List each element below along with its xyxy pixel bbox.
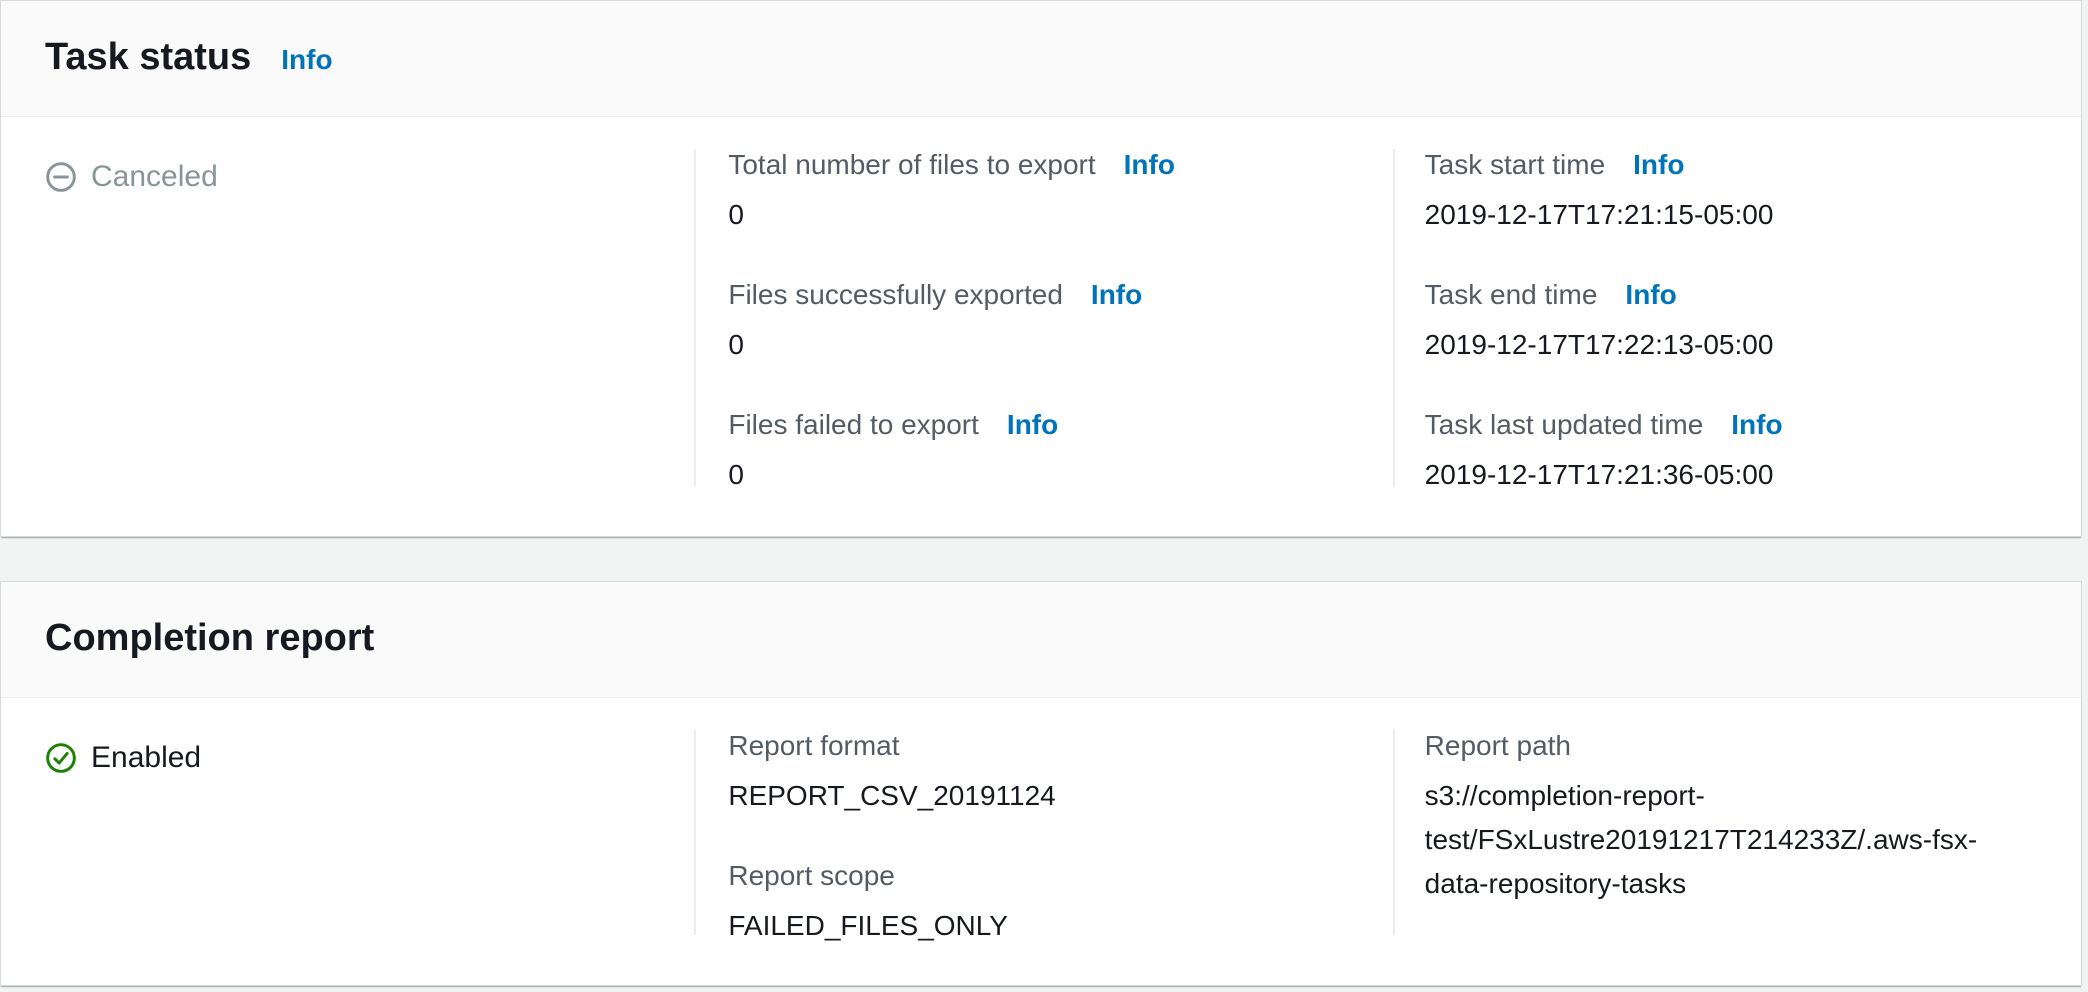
- field-value: 0: [728, 193, 1352, 237]
- field-files-successfully-exported: Files successfully exported Info 0: [728, 273, 1352, 367]
- completion-report-header: Completion report: [1, 582, 2081, 698]
- completion-report-status-column: Enabled: [1, 698, 694, 985]
- task-status-info-link[interactable]: Info: [281, 44, 332, 76]
- info-link[interactable]: Info: [1731, 403, 1782, 447]
- field-label: Report path: [1425, 724, 1571, 768]
- info-link[interactable]: Info: [1091, 273, 1142, 317]
- field-label: Files successfully exported: [728, 273, 1063, 317]
- field-task-last-updated-time: Task last updated time Info 2019-12-17T1…: [1425, 403, 2041, 497]
- field-value: 2019-12-17T17:21:36-05:00: [1425, 453, 2041, 497]
- field-value: 2019-12-17T17:21:15-05:00: [1425, 193, 2041, 237]
- task-status-card: Task status Info Canceled Total number o…: [0, 0, 2082, 537]
- field-label: Task last updated time: [1425, 403, 1704, 447]
- completion-report-path-column: Report path s3://completion-report-test/…: [1393, 698, 2081, 985]
- task-status-files-column: Total number of files to export Info 0 F…: [694, 117, 1392, 536]
- field-report-scope: Report scope FAILED_FILES_ONLY: [728, 854, 1352, 948]
- completion-report-card: Completion report Enabled Report format: [0, 581, 2082, 986]
- field-value: 0: [728, 323, 1352, 367]
- field-value: FAILED_FILES_ONLY: [728, 904, 1352, 948]
- field-total-files-to-export: Total number of files to export Info 0: [728, 143, 1352, 237]
- task-status-header: Task status Info: [1, 1, 2081, 117]
- field-value: s3://completion-report-test/FSxLustre201…: [1425, 774, 2025, 906]
- task-status-label: Canceled: [91, 159, 218, 195]
- info-link[interactable]: Info: [1124, 143, 1175, 187]
- field-value: 0: [728, 453, 1352, 497]
- field-label: Report format: [728, 724, 899, 768]
- info-link[interactable]: Info: [1633, 143, 1684, 187]
- check-circle-icon: [45, 742, 77, 774]
- task-status-title: Task status: [45, 1, 251, 113]
- field-label: Report scope: [728, 854, 895, 898]
- task-status-indicator: Canceled: [45, 159, 654, 195]
- task-status-body: Canceled Total number of files to export…: [1, 117, 2081, 536]
- task-status-status-column: Canceled: [1, 117, 694, 536]
- completion-report-title: Completion report: [45, 582, 374, 694]
- field-value: 2019-12-17T17:22:13-05:00: [1425, 323, 2041, 367]
- completion-report-status-label: Enabled: [91, 740, 201, 776]
- task-status-times-column: Task start time Info 2019-12-17T17:21:15…: [1393, 117, 2081, 536]
- info-link[interactable]: Info: [1007, 403, 1058, 447]
- field-report-format: Report format REPORT_CSV_20191124: [728, 724, 1352, 818]
- field-label: Files failed to export: [728, 403, 979, 447]
- field-label: Task start time: [1425, 143, 1605, 187]
- completion-report-body: Enabled Report format REPORT_CSV_2019112…: [1, 698, 2081, 985]
- page: Task status Info Canceled Total number o…: [0, 0, 2088, 992]
- field-report-path: Report path s3://completion-report-test/…: [1425, 724, 2041, 906]
- completion-report-format-column: Report format REPORT_CSV_20191124 Report…: [694, 698, 1392, 985]
- completion-report-indicator: Enabled: [45, 740, 654, 776]
- field-label: Task end time: [1425, 273, 1598, 317]
- field-label: Total number of files to export: [728, 143, 1095, 187]
- field-task-end-time: Task end time Info 2019-12-17T17:22:13-0…: [1425, 273, 2041, 367]
- field-value: REPORT_CSV_20191124: [728, 774, 1352, 818]
- info-link[interactable]: Info: [1625, 273, 1676, 317]
- minus-circle-icon: [45, 161, 77, 193]
- field-task-start-time: Task start time Info 2019-12-17T17:21:15…: [1425, 143, 2041, 237]
- field-files-failed-to-export: Files failed to export Info 0: [728, 403, 1352, 497]
